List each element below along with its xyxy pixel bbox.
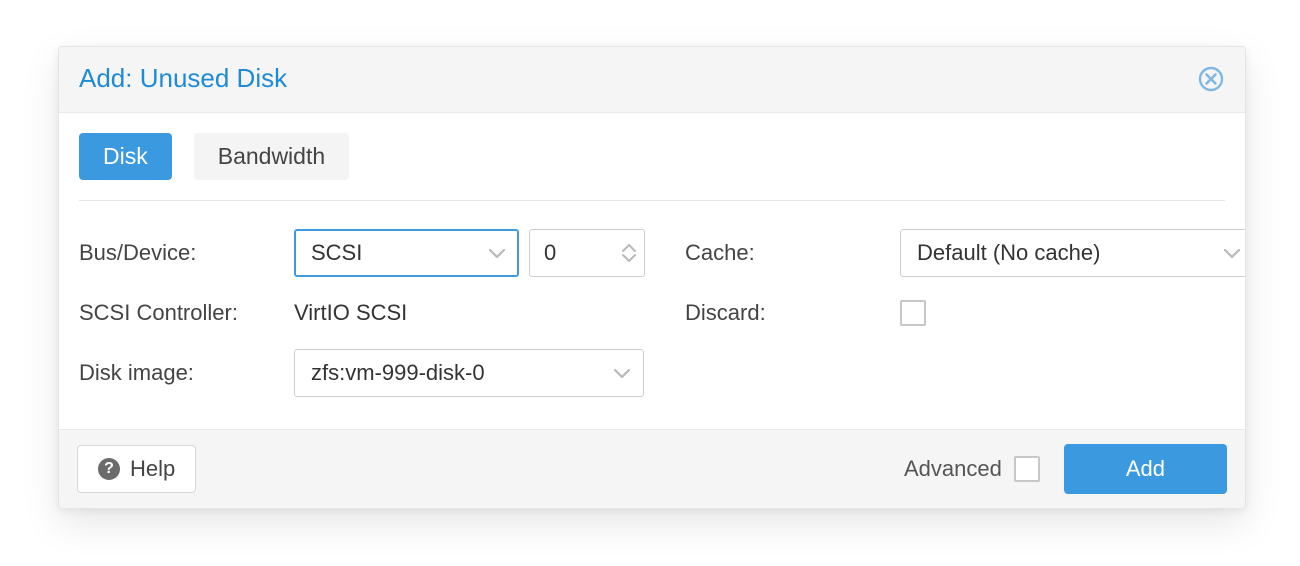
- scsi-controller-value: VirtIO SCSI: [294, 300, 407, 326]
- dialog-title: Add: Unused Disk: [79, 63, 287, 94]
- chevron-down-icon: [1223, 247, 1241, 259]
- form-column-left: Bus/Device: SCSI 0: [79, 223, 645, 403]
- spinner-arrows[interactable]: [614, 243, 644, 263]
- row-scsi-controller: SCSI Controller: VirtIO SCSI: [79, 283, 645, 343]
- tab-disk[interactable]: Disk: [79, 133, 172, 180]
- device-number-spinner[interactable]: 0: [529, 229, 645, 277]
- row-disk-image: Disk image: zfs:vm-999-disk-0: [79, 343, 645, 403]
- cache-value: Default (No cache): [917, 240, 1100, 266]
- bus-device-group: SCSI 0: [294, 229, 645, 277]
- close-button[interactable]: [1197, 65, 1225, 93]
- scsi-controller-label: SCSI Controller:: [79, 300, 294, 326]
- cache-label: Cache:: [685, 240, 900, 266]
- discard-checkbox[interactable]: [900, 300, 926, 326]
- help-label: Help: [130, 456, 175, 482]
- device-number-value: 0: [530, 240, 614, 266]
- discard-label: Discard:: [685, 300, 900, 326]
- advanced-checkbox[interactable]: [1014, 456, 1040, 482]
- bus-device-label: Bus/Device:: [79, 240, 294, 266]
- chevron-down-icon: [621, 253, 637, 263]
- dialog-header: Add: Unused Disk: [59, 47, 1245, 113]
- row-discard: Discard:: [685, 283, 1246, 343]
- chevron-up-icon: [621, 243, 637, 253]
- add-unused-disk-dialog: Add: Unused Disk Disk Bandwidth Bus/Devi…: [58, 46, 1246, 509]
- form: Bus/Device: SCSI 0: [79, 223, 1225, 403]
- row-cache: Cache: Default (No cache): [685, 223, 1246, 283]
- form-column-right: Cache: Default (No cache) Discard:: [685, 223, 1246, 403]
- advanced-label: Advanced: [904, 456, 1002, 482]
- disk-image-label: Disk image:: [79, 360, 294, 386]
- add-button[interactable]: Add: [1064, 444, 1227, 494]
- help-icon: ?: [98, 458, 120, 480]
- chevron-down-icon: [488, 247, 506, 259]
- dialog-footer: ? Help Advanced Add: [59, 429, 1245, 508]
- row-bus-device: Bus/Device: SCSI 0: [79, 223, 645, 283]
- advanced-toggle[interactable]: Advanced: [904, 456, 1040, 482]
- close-icon: [1198, 66, 1224, 92]
- cache-select[interactable]: Default (No cache): [900, 229, 1246, 277]
- tabs: Disk Bandwidth: [79, 133, 1225, 201]
- chevron-down-icon: [613, 367, 631, 379]
- disk-image-select[interactable]: zfs:vm-999-disk-0: [294, 349, 644, 397]
- bus-select-value: SCSI: [311, 240, 362, 266]
- bus-select[interactable]: SCSI: [294, 229, 519, 277]
- tab-bandwidth[interactable]: Bandwidth: [194, 133, 349, 180]
- dialog-body: Disk Bandwidth Bus/Device: SCSI: [59, 113, 1245, 429]
- disk-image-value: zfs:vm-999-disk-0: [311, 360, 485, 386]
- help-button[interactable]: ? Help: [77, 445, 196, 493]
